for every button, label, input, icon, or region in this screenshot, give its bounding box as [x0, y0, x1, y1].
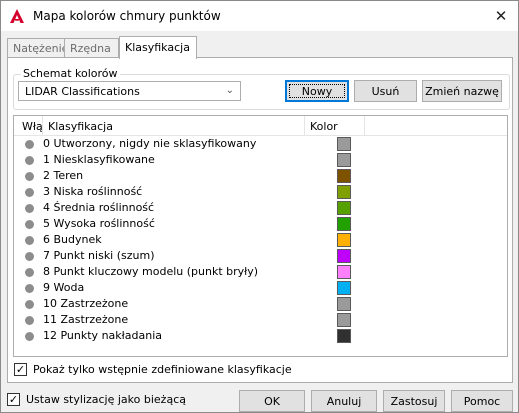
classification-label: 9 Woda	[43, 281, 85, 294]
visibility-dot-icon[interactable]	[25, 236, 34, 245]
column-header-color[interactable]: Kolor	[304, 116, 364, 136]
list-item[interactable]: 4 Średnia roślinność	[14, 200, 507, 216]
chevron-down-icon: ⌄	[225, 85, 234, 96]
classification-label: 6 Budynek	[43, 233, 102, 246]
visibility-dot-icon[interactable]	[25, 204, 34, 213]
classification-label: 5 Wysoka roślinność	[43, 217, 155, 230]
delete-scheme-label: Usuń	[371, 84, 400, 98]
apply-button[interactable]: Zastosuj	[383, 390, 445, 412]
classification-label: 2 Teren	[43, 169, 84, 182]
help-button[interactable]: Pomoc	[451, 390, 513, 412]
visibility-dot-icon[interactable]	[25, 300, 34, 309]
visibility-dot-icon[interactable]	[25, 156, 34, 165]
classification-label: 3 Niska roślinność	[43, 185, 143, 198]
classification-label: 0 Utworzony, nigdy nie sklasyfikowany	[43, 137, 257, 150]
column-header-on[interactable]: Włą	[16, 116, 43, 136]
close-icon[interactable]: ✕	[489, 5, 513, 27]
color-swatch[interactable]	[337, 249, 351, 263]
point-cloud-colormap-dialog: Mapa kolorów chmury punktów ✕ Natężenie …	[0, 0, 519, 413]
visibility-dot-icon[interactable]	[25, 188, 34, 197]
color-swatch[interactable]	[337, 313, 351, 327]
list-item[interactable]: 10 Zastrzeżone	[14, 296, 507, 312]
ok-label: OK	[264, 394, 280, 408]
visibility-dot-icon[interactable]	[25, 252, 34, 261]
tab-intensity[interactable]: Natężenie	[7, 38, 69, 58]
new-scheme-button[interactable]: Nowy	[285, 80, 349, 102]
color-swatch[interactable]	[337, 169, 351, 183]
cancel-button[interactable]: Anuluj	[311, 390, 377, 412]
color-scheme-value: LIDAR Classifications	[25, 85, 140, 98]
title-bar: Mapa kolorów chmury punktów ✕	[1, 1, 518, 31]
classification-label: 12 Punkty nakładania	[43, 329, 163, 342]
visibility-dot-icon[interactable]	[25, 140, 34, 149]
color-swatch[interactable]	[337, 185, 351, 199]
color-swatch[interactable]	[337, 297, 351, 311]
color-swatch[interactable]	[337, 281, 351, 295]
list-item[interactable]: 1 Niesklasyfikowane	[14, 152, 507, 168]
rename-scheme-label: Zmień nazwę	[425, 84, 499, 98]
classification-list[interactable]: Włą Klasyfikacja Kolor 0 Utworzony, nigd…	[13, 115, 508, 357]
rename-scheme-button[interactable]: Zmień nazwę	[422, 80, 502, 102]
list-item[interactable]: 9 Woda	[14, 280, 507, 296]
classification-label: 7 Punkt niski (szum)	[43, 249, 155, 262]
visibility-dot-icon[interactable]	[25, 332, 34, 341]
list-item[interactable]: 6 Budynek	[14, 232, 507, 248]
classification-label: 10 Zastrzeżone	[43, 297, 129, 310]
classification-label: 11 Zastrzeżone	[43, 313, 129, 326]
list-item[interactable]: 11 Zastrzeżone	[14, 312, 507, 328]
color-swatch[interactable]	[337, 329, 351, 343]
column-divider[interactable]	[364, 116, 365, 136]
tab-label: Rzędna	[70, 42, 111, 55]
color-scheme-select[interactable]: LIDAR Classifications ⌄	[18, 81, 241, 101]
cancel-label: Anuluj	[326, 394, 362, 408]
list-item[interactable]: 7 Punkt niski (szum)	[14, 248, 507, 264]
column-header-classification[interactable]: Klasyfikacja	[42, 116, 304, 136]
color-swatch[interactable]	[337, 265, 351, 279]
classification-label: 8 Punkt kluczowy modelu (punkt bryły)	[43, 265, 259, 278]
visibility-dot-icon[interactable]	[25, 220, 34, 229]
set-current-checkbox[interactable]: ✓	[7, 393, 20, 406]
new-scheme-label: Nowy	[301, 84, 333, 98]
color-swatch[interactable]	[337, 233, 351, 247]
visibility-dot-icon[interactable]	[25, 268, 34, 277]
classification-label: 1 Niesklasyfikowane	[43, 153, 155, 166]
tab-classification[interactable]: Klasyfikacja	[119, 36, 197, 59]
set-current-label: Ustaw stylizację jako bieżącą	[26, 393, 186, 406]
visibility-dot-icon[interactable]	[25, 172, 34, 181]
tab-label: Klasyfikacja	[125, 41, 190, 54]
delete-scheme-button[interactable]: Usuń	[354, 80, 417, 102]
visibility-dot-icon[interactable]	[25, 316, 34, 325]
color-swatch[interactable]	[337, 153, 351, 167]
window-title: Mapa kolorów chmury punktów	[33, 9, 221, 23]
list-item[interactable]: 2 Teren	[14, 168, 507, 184]
show-predefined-label: Pokaż tylko wstępnie zdefiniowane klasyf…	[33, 363, 292, 376]
list-item[interactable]: 0 Utworzony, nigdy nie sklasyfikowany	[14, 136, 507, 152]
apply-label: Zastosuj	[390, 394, 438, 408]
color-swatch[interactable]	[337, 201, 351, 215]
visibility-dot-icon[interactable]	[25, 284, 34, 293]
autocad-app-icon	[9, 8, 25, 24]
tab-elevation[interactable]: Rzędna	[64, 38, 119, 58]
color-swatch[interactable]	[337, 137, 351, 151]
classification-label: 4 Średnia roślinność	[43, 201, 155, 214]
list-item[interactable]: 8 Punkt kluczowy modelu (punkt bryły)	[14, 264, 507, 280]
tab-label: Natężenie	[13, 42, 69, 55]
color-swatch[interactable]	[337, 217, 351, 231]
help-label: Pomoc	[463, 394, 501, 408]
list-item[interactable]: 12 Punkty nakładania	[14, 328, 507, 344]
ok-button[interactable]: OK	[239, 390, 305, 412]
list-header: Włą Klasyfikacja Kolor	[14, 116, 507, 136]
show-predefined-checkbox[interactable]: ✓	[14, 363, 27, 376]
color-scheme-group-label: Schemat kolorów	[21, 67, 120, 80]
list-item[interactable]: 3 Niska roślinność	[14, 184, 507, 200]
list-item[interactable]: 5 Wysoka roślinność	[14, 216, 507, 232]
